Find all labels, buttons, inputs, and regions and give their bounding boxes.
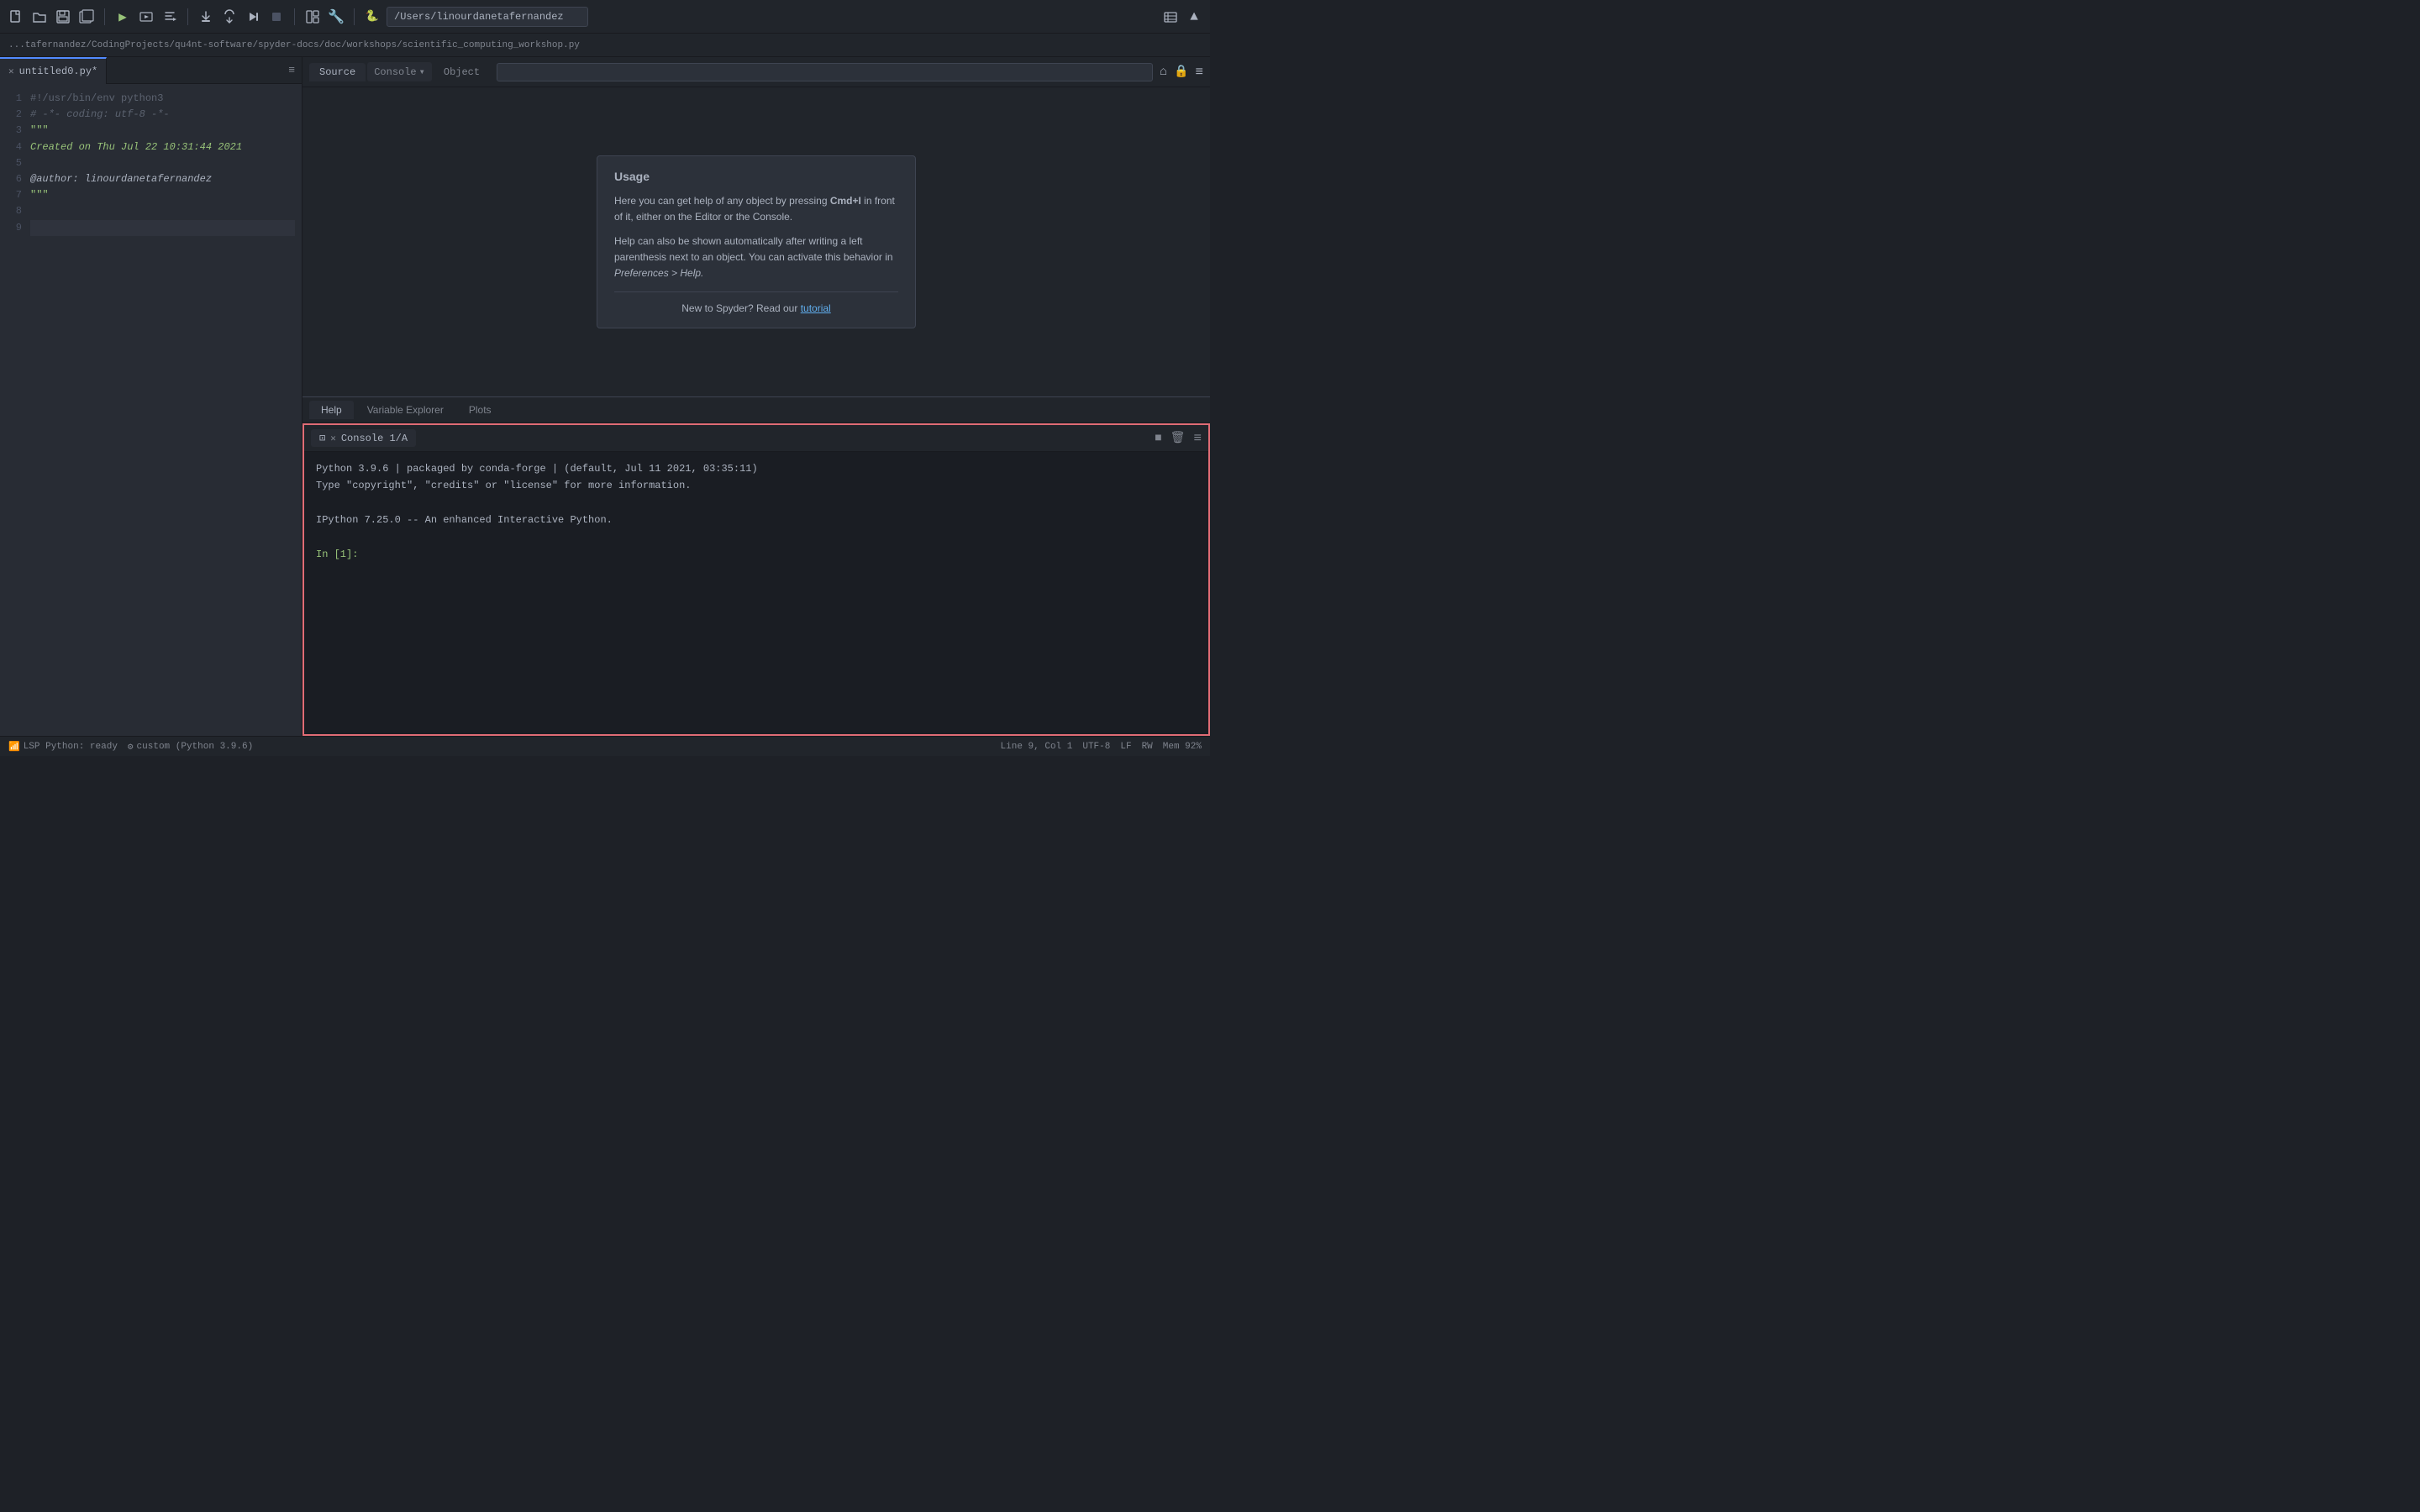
tab-plots[interactable]: Plots	[457, 401, 503, 419]
open-folder-icon[interactable]	[30, 8, 49, 26]
tutorial-link[interactable]: tutorial	[801, 302, 831, 314]
main-layout: ✕ untitled0.py* ≡ 1 2 3 4 5 6 7 8 9 #!/u…	[0, 57, 1210, 736]
status-encoding: UTF-8	[1082, 742, 1110, 752]
console-line-2: Type "copyright", "credits" or "license"…	[316, 477, 1197, 494]
wrench-icon[interactable]: 🔧	[327, 8, 345, 26]
new-file-icon[interactable]	[7, 8, 25, 26]
separator-1	[104, 8, 105, 25]
console-tab-label: Console 1/A	[341, 433, 408, 444]
status-rw: RW	[1142, 742, 1153, 752]
lock-icon[interactable]: 🔒	[1174, 65, 1188, 79]
usage-footer: New to Spyder? Read our tutorial	[614, 302, 898, 314]
console-tab-close-icon[interactable]: ✕	[330, 433, 336, 444]
usage-title: Usage	[614, 170, 898, 183]
tab-label: untitled0.py*	[19, 66, 98, 77]
code-editor[interactable]: #!/usr/bin/env python3# -*- coding: utf-…	[27, 84, 302, 736]
debug-continue-icon[interactable]	[244, 8, 262, 26]
stop-debug-icon[interactable]	[267, 8, 286, 26]
tab-menu-icon[interactable]: ≡	[281, 64, 302, 76]
separator-3	[294, 8, 295, 25]
status-bar: 📶 LSP Python: ready ⚙ custom (Python 3.9…	[0, 736, 1210, 756]
line-numbers: 1 2 3 4 5 6 7 8 9	[0, 84, 27, 736]
separator-2	[187, 8, 188, 25]
console-right-icons: ■ 🗑 ≡	[1155, 431, 1202, 446]
tab-source[interactable]: Source	[309, 63, 366, 81]
env-icon: ⚙	[128, 741, 134, 753]
editor-tab-bar: ✕ untitled0.py* ≡	[0, 57, 302, 84]
path-display: /Users/linourdanetafernandez	[387, 7, 588, 27]
run-selection-icon[interactable]	[160, 8, 179, 26]
console-line-5	[316, 529, 1197, 546]
usage-para1: Here you can get help of any object by p…	[614, 193, 898, 225]
usage-divider	[614, 291, 898, 292]
run-icon[interactable]: ▶	[113, 8, 132, 26]
usage-box: Usage Here you can get help of any objec…	[597, 155, 916, 329]
inspector-tab-bar: Source Console ▾ Object ⌂ 🔒 ≡	[302, 57, 1210, 87]
debug-step-over-icon[interactable]	[220, 8, 239, 26]
help-content: Usage Here you can get help of any objec…	[302, 87, 1210, 396]
breadcrumb: ...tafernandez/CodingProjects/qu4nt-soft…	[0, 34, 1210, 57]
editor-tab-untitled[interactable]: ✕ untitled0.py*	[0, 57, 107, 84]
menu-icon[interactable]: ≡	[1195, 65, 1203, 80]
object-input[interactable]	[497, 63, 1153, 81]
python-logo-icon: 🐍	[363, 8, 381, 26]
status-lsp: 📶 LSP Python: ready	[8, 741, 118, 753]
tab-help[interactable]: Help	[309, 401, 354, 419]
console-tab-bar: ⊡ ✕ Console 1/A ■ 🗑 ≡	[304, 425, 1208, 452]
console-clear-icon[interactable]: 🗑	[1171, 431, 1186, 445]
upload-icon[interactable]: ▲	[1185, 8, 1203, 26]
console-prompt-line: In [1]:	[316, 546, 1197, 563]
bottom-panel-tabs: Help Variable Explorer Plots	[302, 396, 1210, 423]
console-line-3	[316, 495, 1197, 512]
run-cell-icon[interactable]	[137, 8, 155, 26]
file-manager-icon[interactable]	[1161, 8, 1180, 26]
inspector-right-icons: ⌂ 🔒 ≡	[1160, 65, 1203, 80]
toolbar: ▶	[0, 0, 1210, 34]
editor-panel: ✕ untitled0.py* ≡ 1 2 3 4 5 6 7 8 9 #!/u…	[0, 57, 302, 736]
dropdown-arrow-icon: ▾	[419, 66, 425, 78]
tab-close-icon[interactable]: ✕	[8, 66, 14, 77]
save-icon[interactable]	[54, 8, 72, 26]
console-prompt: In [1]:	[316, 549, 358, 560]
status-memory: Mem 92%	[1163, 742, 1202, 752]
console-tab-1[interactable]: ⊡ ✕ Console 1/A	[311, 429, 416, 447]
code-area[interactable]: 1 2 3 4 5 6 7 8 9 #!/usr/bin/env python3…	[0, 84, 302, 736]
right-panel: Source Console ▾ Object ⌂ 🔒 ≡ Usage Here…	[302, 57, 1210, 736]
usage-para2: Help can also be shown automatically aft…	[614, 234, 898, 282]
status-position: Line 9, Col 1	[1001, 742, 1073, 752]
console-tab-window-icon: ⊡	[319, 432, 325, 444]
save-all-icon[interactable]	[77, 8, 96, 26]
debug-step-into-icon[interactable]	[197, 8, 215, 26]
separator-4	[354, 8, 355, 25]
console-stop-icon[interactable]: ■	[1155, 432, 1161, 445]
tab-console-dropdown[interactable]: Console ▾	[367, 62, 432, 81]
console-menu-icon[interactable]: ≡	[1193, 431, 1202, 446]
console-panel: ⊡ ✕ Console 1/A ■ 🗑 ≡ Python 3.9.6 | pac…	[302, 423, 1210, 736]
console-line-1: Python 3.9.6 | packaged by conda-forge |…	[316, 460, 1197, 477]
home-icon[interactable]: ⌂	[1160, 65, 1167, 79]
console-content[interactable]: Python 3.9.6 | packaged by conda-forge |…	[304, 452, 1208, 734]
status-env: ⚙ custom (Python 3.9.6)	[128, 741, 253, 753]
wifi-icon: 📶	[8, 741, 20, 753]
status-eol: LF	[1120, 742, 1131, 752]
tab-variable-explorer[interactable]: Variable Explorer	[355, 401, 455, 419]
console-line-4: IPython 7.25.0 -- An enhanced Interactiv…	[316, 512, 1197, 528]
layout-icon[interactable]	[303, 8, 322, 26]
tab-object[interactable]: Object	[434, 63, 490, 81]
